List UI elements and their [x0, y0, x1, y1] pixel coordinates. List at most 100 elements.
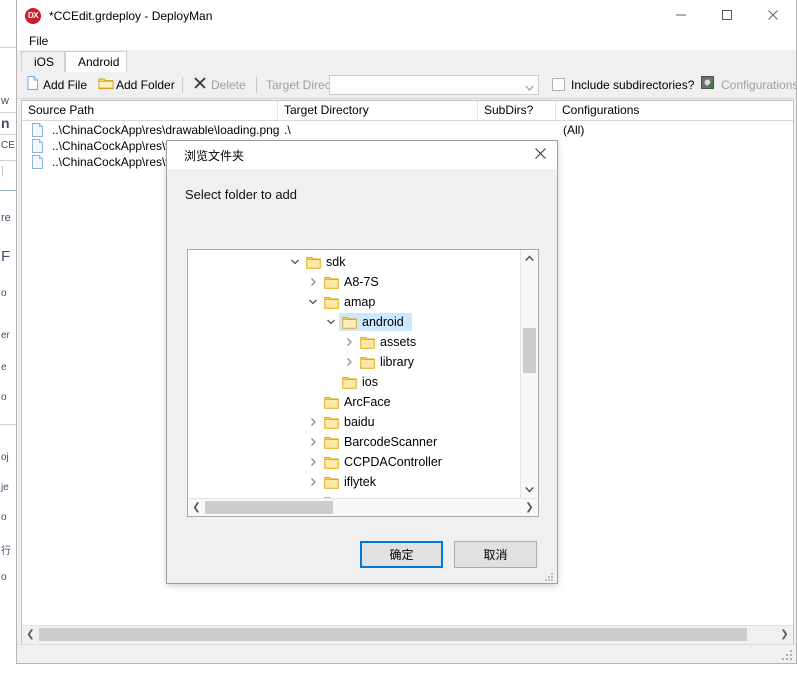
chevron-right-icon[interactable] — [307, 456, 319, 468]
tree-item-label: amap — [344, 295, 376, 309]
scroll-left-icon[interactable]: ❮ — [188, 499, 205, 516]
include-subdirectories-checkbox[interactable] — [552, 78, 565, 91]
resize-grip-icon[interactable] — [781, 649, 793, 661]
dialog-title: 浏览文件夹 — [184, 149, 245, 163]
tree-item-label: sdk — [326, 255, 346, 269]
folder-icon — [324, 395, 339, 409]
tree-horizontal-scrollbar[interactable]: ❮ ❯ — [188, 498, 538, 516]
chevron-right-icon[interactable] — [307, 276, 319, 288]
cell-configurations: (All) — [563, 123, 585, 137]
add-folder-icon — [98, 75, 114, 91]
column-header-subdirs[interactable]: SubDirs? — [478, 101, 556, 120]
status-bar — [17, 644, 796, 663]
add-file-button[interactable]: Add File — [43, 75, 87, 95]
maximize-icon[interactable] — [704, 0, 750, 30]
folder-icon — [324, 455, 339, 469]
add-file-icon — [25, 75, 41, 91]
tree-item-assets[interactable]: assets — [188, 332, 520, 352]
browse-folder-dialog: 浏览文件夹 Select folder to add sdk A8-7S ama… — [166, 140, 558, 584]
toolbar: Add File Add Folder Delete Target Direct… — [17, 72, 797, 99]
dialog-prompt: Select folder to add — [185, 187, 298, 202]
folder-icon — [324, 435, 339, 449]
tree-item-amap[interactable]: amap — [188, 292, 520, 312]
chevron-right-icon[interactable] — [343, 356, 355, 368]
include-subdirectories-label[interactable]: Include subdirectories? — [571, 75, 694, 95]
folder-tree[interactable]: sdk A8-7S amap android assets library io… — [187, 249, 539, 517]
scrollbar-thumb[interactable] — [205, 501, 333, 514]
folder-icon — [324, 295, 339, 309]
folder-icon — [324, 415, 339, 429]
chevron-down-icon[interactable] — [307, 296, 319, 308]
tree-item-android[interactable]: android — [188, 312, 520, 332]
folder-icon — [342, 315, 357, 329]
tab-android[interactable]: Android — [65, 51, 127, 73]
folder-icon — [306, 255, 321, 269]
chevron-right-icon[interactable] — [307, 436, 319, 448]
tab-ios[interactable]: iOS — [21, 51, 65, 72]
tree-item-label: library — [380, 355, 415, 369]
chevron-right-icon[interactable] — [343, 336, 355, 348]
tree-item-label: ios — [362, 375, 378, 389]
scrollbar-thumb[interactable] — [523, 328, 536, 373]
scroll-up-icon[interactable] — [521, 250, 538, 267]
chevron-right-icon[interactable] — [307, 476, 319, 488]
tree-item-ios[interactable]: ios — [188, 372, 520, 392]
tree-item-label: iflytek — [344, 475, 376, 489]
folder-tree-viewport: sdk A8-7S amap android assets library io… — [188, 250, 520, 499]
tree-item-label: A8-7S — [344, 275, 379, 289]
folder-icon — [324, 275, 339, 289]
tree-item-label: BarcodeScanner — [344, 435, 438, 449]
minimize-icon[interactable] — [658, 0, 704, 30]
delete-icon — [192, 75, 208, 91]
menu-item-file[interactable]: File — [23, 33, 54, 50]
table-horizontal-scrollbar[interactable]: ❮ ❯ — [22, 625, 793, 644]
chevron-right-icon[interactable] — [307, 416, 319, 428]
chevron-down-icon[interactable] — [289, 256, 301, 268]
window-title: *CCEdit.grdeploy - DeployMan — [49, 9, 213, 23]
tab-strip: iOS Android — [17, 50, 796, 73]
tree-item-baidu[interactable]: baidu — [188, 412, 520, 432]
close-icon[interactable] — [525, 141, 555, 169]
tree-item-sdk[interactable]: sdk — [188, 252, 520, 272]
scroll-right-icon[interactable]: ❯ — [776, 626, 793, 643]
folder-icon — [360, 355, 375, 369]
chevron-down-icon[interactable] — [325, 316, 337, 328]
configurations-icon — [700, 75, 716, 91]
file-icon — [32, 155, 43, 169]
cancel-button[interactable]: 取消 — [454, 541, 537, 568]
scroll-down-icon[interactable] — [521, 481, 538, 498]
dialog-resize-grip-icon[interactable] — [544, 571, 554, 581]
configurations-button[interactable]: Configurations — [721, 75, 797, 95]
toolbar-separator-2 — [256, 77, 257, 93]
column-header-source-path[interactable]: Source Path — [22, 101, 278, 120]
column-header-configurations[interactable]: Configurations — [556, 101, 793, 120]
scrollbar-thumb[interactable] — [39, 628, 747, 641]
scroll-left-icon[interactable]: ❮ — [22, 626, 39, 643]
tree-item-a8-7s[interactable]: A8-7S — [188, 272, 520, 292]
tree-item-label: assets — [380, 335, 417, 349]
tree-item-barcodescanner[interactable]: BarcodeScanner — [188, 432, 520, 452]
delete-button[interactable]: Delete — [211, 75, 246, 95]
tree-item-arcface[interactable]: ArcFace — [188, 392, 520, 412]
title-bar: DX *CCEdit.grdeploy - DeployMan — [17, 0, 796, 32]
menu-bar: File — [17, 32, 796, 50]
table-row[interactable]: ..\ChinaCockApp\res\drawable\loading.png… — [22, 122, 793, 138]
scroll-right-icon[interactable]: ❯ — [521, 499, 538, 516]
tree-item-label: android — [362, 315, 404, 329]
file-icon — [32, 123, 43, 137]
tree-item-library[interactable]: library — [188, 352, 520, 372]
tree-vertical-scrollbar[interactable] — [520, 250, 538, 499]
close-icon[interactable] — [750, 0, 796, 30]
target-directory-combobox[interactable] — [329, 75, 539, 95]
cell-target-directory: .\ — [284, 123, 291, 137]
folder-icon — [342, 375, 357, 389]
tree-item-ccpdacontroller[interactable]: CCPDAController — [188, 452, 520, 472]
deployman-icon: DX — [25, 8, 41, 24]
tree-item-label: ArcFace — [344, 395, 391, 409]
folder-icon — [360, 335, 375, 349]
column-header-target-directory[interactable]: Target Directory — [278, 101, 478, 120]
ok-button[interactable]: 确定 — [360, 541, 443, 568]
add-folder-button[interactable]: Add Folder — [116, 75, 175, 95]
tree-item-iflytek[interactable]: iflytek — [188, 472, 520, 492]
dialog-title-bar: 浏览文件夹 — [167, 141, 557, 171]
